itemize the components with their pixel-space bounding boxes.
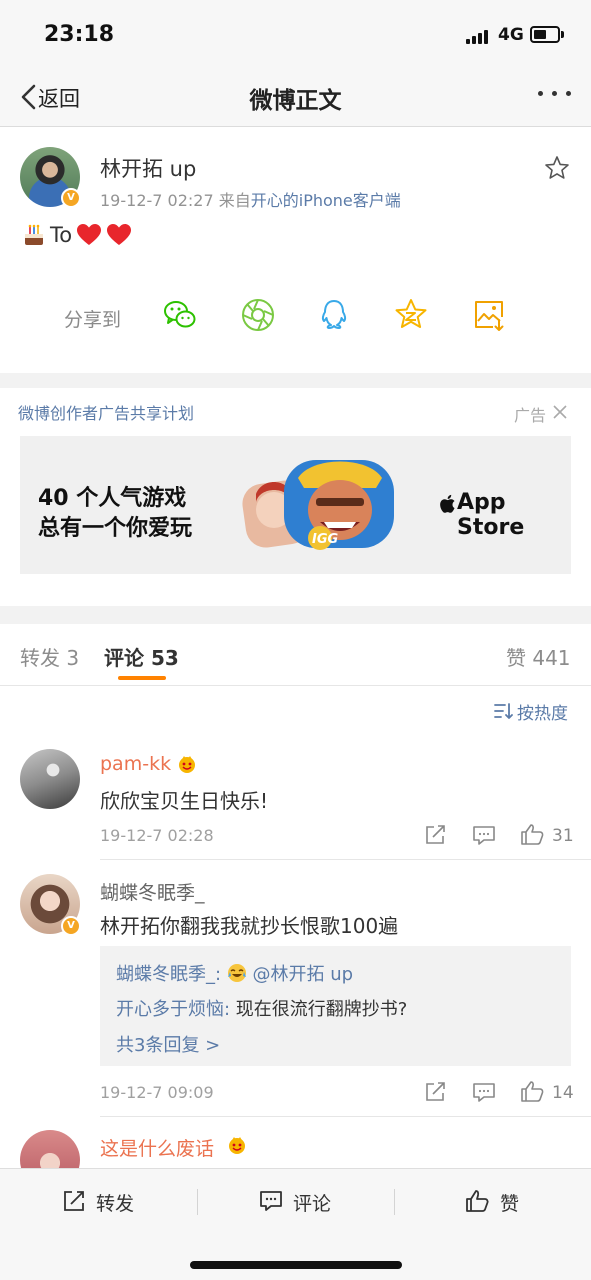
reply-mention[interactable]: @林开拓 up bbox=[253, 964, 354, 985]
comment-list: 按热度 pam-kk 欣欣宝贝生日快乐! 19-12-7 02:28 31 V … bbox=[0, 686, 591, 1168]
apple-logo-icon bbox=[440, 494, 455, 513]
share-to-label: 分享到 bbox=[64, 309, 122, 331]
ad-label: 广告 bbox=[514, 406, 547, 425]
reply-author[interactable]: 蝴蝶冬眠季_: bbox=[116, 964, 221, 985]
favorite-star-icon[interactable] bbox=[544, 155, 570, 181]
laugh-cry-emoji-icon bbox=[227, 964, 246, 982]
comment-text: 林开拓你翻我我就抄长恨歌100遍 bbox=[100, 914, 399, 938]
battery-tip bbox=[561, 31, 564, 38]
post-tabs: 转发 3 评论 53 赞 441 bbox=[0, 624, 591, 686]
reply-text: 现在很流行翻牌抄书? bbox=[230, 999, 408, 1020]
commenter-avatar[interactable] bbox=[20, 1130, 80, 1168]
moments-icon[interactable] bbox=[240, 297, 276, 333]
bottom-action-bar: 转发 评论 赞 bbox=[0, 1168, 591, 1280]
commenter-name[interactable]: pam-kk bbox=[100, 753, 171, 775]
like-comment-icon[interactable] bbox=[520, 823, 544, 845]
ad-headline-2: 总有一个你爱玩 bbox=[38, 516, 193, 541]
commenter-name[interactable]: 蝴蝶冬眠季_ bbox=[100, 878, 205, 905]
vip-crown-icon bbox=[229, 1137, 245, 1154]
comment-icon[interactable] bbox=[259, 1189, 283, 1213]
like-icon[interactable] bbox=[465, 1189, 489, 1213]
ad-headline-1: 40 个人气游戏 bbox=[38, 486, 187, 511]
reply-comment-icon[interactable] bbox=[472, 1081, 496, 1103]
ad-close-icon[interactable] bbox=[553, 405, 567, 419]
like-comment-icon[interactable] bbox=[520, 1080, 544, 1102]
verified-badge-icon: V bbox=[61, 188, 81, 208]
status-time: 23:18 bbox=[44, 22, 115, 47]
commenter-name[interactable]: 这是什么废话 bbox=[100, 1134, 214, 1161]
red-heart-emoji-icon bbox=[107, 224, 132, 245]
repost-icon[interactable] bbox=[62, 1189, 86, 1213]
app-store-label: App Store bbox=[457, 490, 525, 540]
network-type: 4G bbox=[498, 25, 524, 45]
comment-like-count: 14 bbox=[552, 1083, 574, 1103]
reply-line: 开心多于烦恼: 现在很流行翻牌抄书? bbox=[116, 995, 407, 1021]
source-prefix: 来自 bbox=[218, 191, 251, 210]
divider bbox=[197, 1189, 198, 1215]
reply-comment-icon[interactable] bbox=[472, 824, 496, 846]
post-content: To bbox=[22, 223, 132, 247]
sort-icon[interactable] bbox=[493, 701, 513, 721]
comment-timestamp: 19-12-7 02:28 bbox=[100, 826, 214, 845]
like-button[interactable]: 赞 bbox=[500, 1189, 519, 1216]
view-all-replies-link[interactable]: 共3条回复 > bbox=[116, 1031, 220, 1057]
share-comment-icon[interactable] bbox=[424, 824, 448, 846]
status-bar: 23:18 4G bbox=[0, 0, 591, 70]
active-tab-indicator bbox=[118, 676, 166, 680]
ad-card: 微博创作者广告共享计划 广告 40 个人气游戏 总有一个你爱玩 IGG App … bbox=[0, 388, 591, 606]
post-source-link[interactable]: 开心的iPhone客户端 bbox=[251, 191, 401, 210]
sort-by-hot-button[interactable]: 按热度 bbox=[517, 699, 568, 724]
divider bbox=[100, 1116, 591, 1117]
tab-reposts[interactable]: 转发 3 bbox=[20, 642, 79, 671]
post-timestamp: 19-12-7 02:27 bbox=[100, 191, 214, 210]
signal-icon bbox=[466, 30, 490, 44]
divider bbox=[100, 859, 591, 860]
tab-comments[interactable]: 评论 53 bbox=[104, 642, 179, 671]
verified-badge-icon: V bbox=[61, 916, 81, 936]
commenter-avatar[interactable] bbox=[20, 749, 80, 809]
ad-banner[interactable]: 40 个人气游戏 总有一个你爱玩 IGG App Store bbox=[20, 436, 571, 574]
comment-like-count: 31 bbox=[552, 826, 574, 846]
reply-author[interactable]: 开心多于烦恼: bbox=[116, 999, 230, 1020]
tab-likes[interactable]: 赞 441 bbox=[506, 642, 571, 671]
qq-icon[interactable] bbox=[316, 297, 352, 333]
more-options-icon[interactable] bbox=[538, 91, 572, 99]
igg-logo: IGG bbox=[312, 532, 339, 547]
reply-line: 蝴蝶冬眠季_: @林开拓 up bbox=[116, 960, 353, 986]
nav-bar: 返回 微博正文 bbox=[0, 70, 591, 127]
vip-crown-icon bbox=[179, 756, 195, 773]
author-name[interactable]: 林开拓 up bbox=[100, 153, 196, 183]
ad-program-link[interactable]: 微博创作者广告共享计划 bbox=[18, 400, 194, 424]
reply-preview-box[interactable]: 蝴蝶冬眠季_: @林开拓 up 开心多于烦恼: 现在很流行翻牌抄书? 共3条回复… bbox=[100, 946, 571, 1066]
post-card: V 林开拓 up 19-12-7 02:27 来自开心的iPhone客户端 To… bbox=[0, 127, 591, 373]
page-title: 微博正文 bbox=[249, 88, 342, 114]
repost-button[interactable]: 转发 bbox=[96, 1189, 134, 1216]
comment-text: 欣欣宝贝生日快乐! bbox=[100, 789, 269, 813]
divider bbox=[394, 1189, 395, 1215]
share-comment-icon[interactable] bbox=[424, 1081, 448, 1103]
battery-icon bbox=[530, 26, 560, 43]
save-image-icon[interactable] bbox=[471, 297, 507, 333]
birthday-cake-emoji-icon bbox=[25, 224, 43, 245]
comment-timestamp: 19-12-7 09:09 bbox=[100, 1083, 214, 1102]
home-indicator bbox=[190, 1261, 402, 1269]
qzone-icon[interactable] bbox=[393, 297, 429, 333]
red-heart-emoji-icon bbox=[77, 224, 102, 245]
post-text: To bbox=[50, 223, 73, 247]
wechat-icon[interactable] bbox=[162, 297, 198, 333]
comment-button[interactable]: 评论 bbox=[293, 1189, 331, 1216]
post-meta: 19-12-7 02:27 来自开心的iPhone客户端 bbox=[100, 187, 401, 211]
